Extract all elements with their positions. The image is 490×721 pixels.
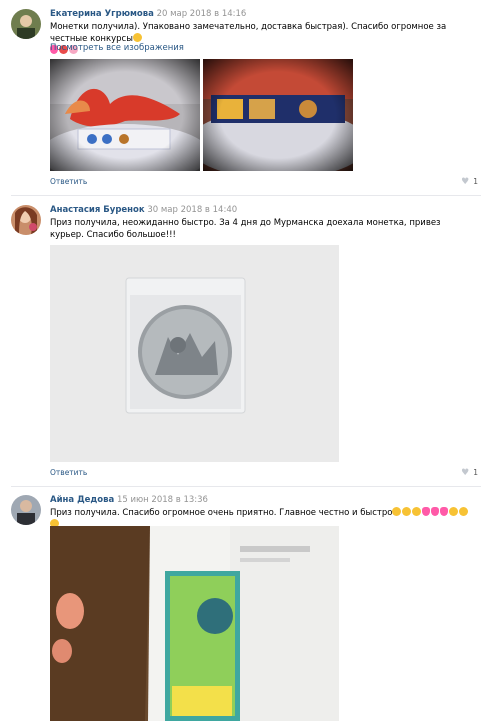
comment-date[interactable]: 15 июн 2018 в 13:36 xyxy=(117,495,208,505)
kiss-emoji-icon xyxy=(459,507,469,516)
divider xyxy=(11,195,481,196)
comment-photo[interactable] xyxy=(50,59,200,171)
like-button[interactable]: ♥ 1 xyxy=(461,177,478,187)
kiss-emoji-icon xyxy=(449,507,459,516)
avatar[interactable] xyxy=(11,9,41,39)
comment-date[interactable]: 30 мар 2018 в 14:40 xyxy=(147,205,237,215)
author-name[interactable]: Анастасия Буренок xyxy=(50,205,145,215)
comment-text-body: Приз получила. Спасибо огромное очень пр… xyxy=(50,508,393,518)
like-button[interactable]: ♥ 1 xyxy=(461,468,478,478)
comment-text-body: Монетки получила). Упаковано замечательн… xyxy=(50,22,447,44)
heart-icon: ♥ xyxy=(461,177,470,187)
heart-emoji-icon xyxy=(422,507,431,516)
reply-link[interactable]: Ответить xyxy=(50,177,87,186)
comment-date[interactable]: 20 мар 2018 в 14:16 xyxy=(157,9,247,19)
grin-emoji-icon xyxy=(392,507,402,516)
grin-emoji-icon xyxy=(412,507,422,516)
grin-emoji-icon xyxy=(402,507,412,516)
avatar[interactable] xyxy=(11,205,41,235)
author-name[interactable]: Айна Дедова xyxy=(50,495,114,505)
comment-header: Анастасия Буренок 30 мар 2018 в 14:40 xyxy=(50,205,237,215)
like-count: 1 xyxy=(473,177,478,186)
comment-photo[interactable] xyxy=(50,526,339,721)
comment-header: Екатерина Угрюмова 20 мар 2018 в 14:16 xyxy=(50,9,246,19)
divider xyxy=(11,486,481,487)
author-name[interactable]: Екатерина Угрюмова xyxy=(50,9,154,19)
comment-header: Айна Дедова 15 июн 2018 в 13:36 xyxy=(50,495,208,505)
comment-photo[interactable] xyxy=(50,245,339,462)
heart-emoji-icon xyxy=(431,507,440,516)
like-count: 1 xyxy=(473,468,478,477)
avatar[interactable] xyxy=(11,495,41,525)
smile-emoji-icon xyxy=(132,33,142,42)
heart-icon: ♥ xyxy=(461,468,470,478)
comment-photo[interactable] xyxy=(203,59,353,171)
heart-emoji-icon xyxy=(440,507,449,516)
reply-link[interactable]: Ответить xyxy=(50,468,87,477)
comment-text: Приз получила, неожиданно быстро. За 4 д… xyxy=(50,218,441,240)
view-all-images-link[interactable]: Посмотреть все изображения xyxy=(50,43,184,53)
